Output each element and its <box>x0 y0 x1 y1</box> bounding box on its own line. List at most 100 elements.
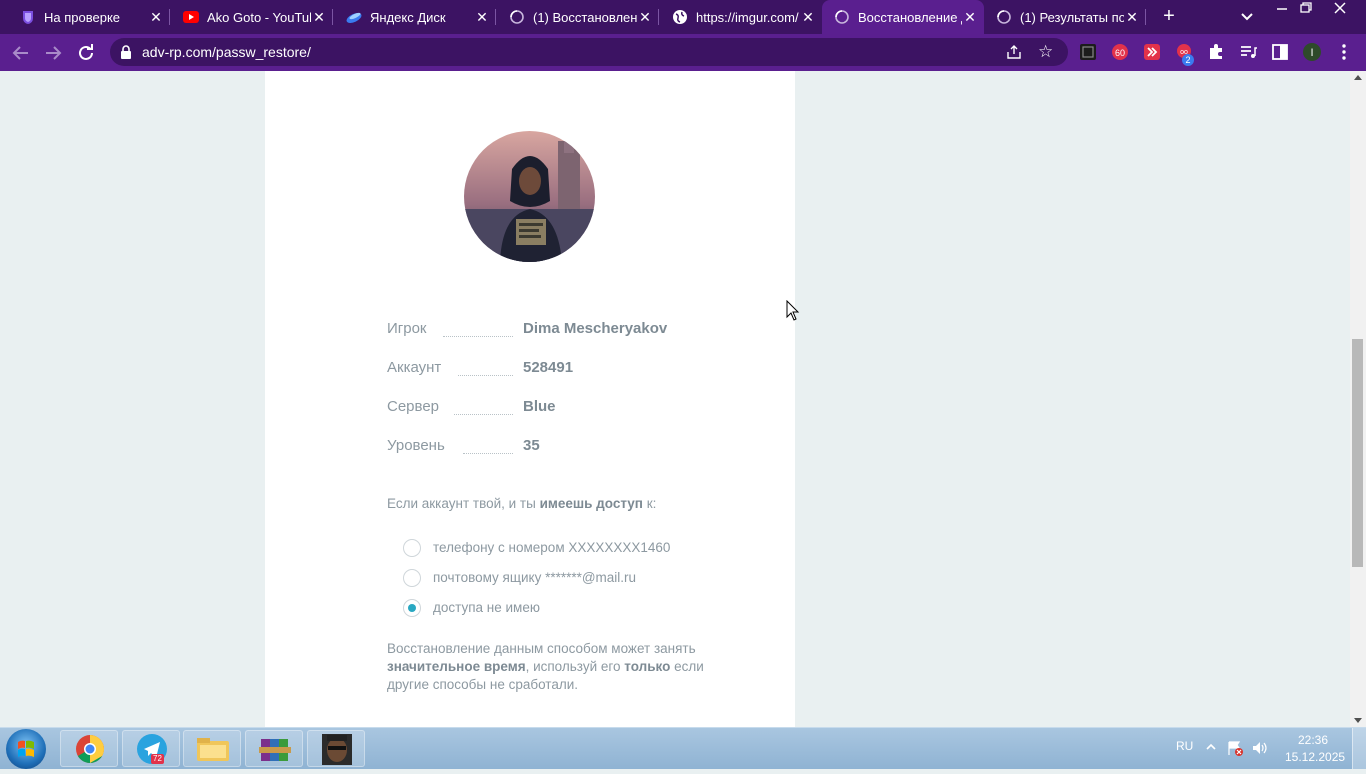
info-row-level: Уровень 35 <box>387 437 687 457</box>
tab-youtube[interactable]: Ako Goto - YouTube ✕ <box>163 0 333 34</box>
tab-close-icon[interactable]: ✕ <box>148 9 164 26</box>
tab-imgur[interactable]: https://imgur.com/ ✕ <box>652 0 822 34</box>
info-value-account: 528491 <box>523 359 574 376</box>
language-indicator[interactable]: RU <box>1176 739 1193 753</box>
forward-arrow-icon[interactable] <box>42 42 64 64</box>
tab-close-icon[interactable]: ✕ <box>637 9 653 26</box>
chrome-icon <box>76 735 104 763</box>
media-queue-icon[interactable] <box>1238 42 1258 62</box>
profile-avatar-icon[interactable]: I <box>1302 42 1322 62</box>
reload-icon[interactable] <box>75 42 97 64</box>
folder-icon <box>197 738 229 761</box>
taskbar-telegram[interactable]: 72 <box>122 730 180 767</box>
address-bar[interactable]: adv-rp.com/passw_restore/ ☆ <box>110 38 1068 66</box>
scroll-down-arrow-icon[interactable] <box>1354 718 1362 723</box>
tab-rezultaty[interactable]: (1) Результаты по ✕ <box>976 0 1146 34</box>
taskbar-chrome[interactable] <box>60 730 118 767</box>
tray-expand-icon[interactable] <box>1205 741 1217 756</box>
info-label: Аккаунт <box>387 359 442 376</box>
share-icon[interactable] <box>1006 44 1022 60</box>
radio-label[interactable]: телефону с номером XXXXXXXX1460 <box>433 540 670 555</box>
close-window-icon[interactable] <box>1328 0 1352 16</box>
action-center-flag-icon[interactable] <box>1227 740 1243 759</box>
note-text: Восстановление данным способом может зан… <box>387 641 696 656</box>
question-text: Если аккаунт твой, и ты <box>387 496 540 511</box>
player-avatar <box>464 131 595 262</box>
globe-spinner-icon <box>996 9 1012 25</box>
restore-icon[interactable] <box>1294 0 1318 16</box>
clock-date[interactable]: 15.12.2025 <box>1285 750 1345 764</box>
tab-na-proverke[interactable]: На проверке ✕ <box>0 0 170 34</box>
extension-red-play-icon[interactable] <box>1142 42 1162 62</box>
mouse-cursor-icon <box>786 299 800 327</box>
show-desktop-button[interactable] <box>1352 728 1366 769</box>
svg-text:I: I <box>1310 47 1313 59</box>
tab-title: (1) Восстановление <box>533 9 637 25</box>
note-bold-only: только <box>624 659 671 674</box>
tab-title: Ako Goto - YouTube <box>207 9 311 25</box>
warning-note: Восстановление данным способом может зан… <box>387 640 707 694</box>
taskbar-explorer[interactable] <box>183 730 241 767</box>
tab-search-chevron-icon[interactable] <box>1238 7 1256 25</box>
extension-red-circle-icon[interactable]: 60 <box>1110 42 1130 62</box>
side-panel-icon[interactable] <box>1270 42 1290 62</box>
tab-title: На проверке <box>44 9 121 25</box>
tab-yandex-disk[interactable]: Яндекс Диск ✕ <box>326 0 496 34</box>
telegram-badge: 72 <box>151 754 164 764</box>
info-row-player: Игрок Dima Mescheryakov <box>387 320 687 340</box>
tab-title: (1) Результаты по <box>1020 9 1124 25</box>
tab-close-icon[interactable]: ✕ <box>1124 9 1140 26</box>
tab-vosstanovlenie-active[interactable]: Восстановление д ✕ <box>822 0 984 34</box>
dotted-leader <box>454 414 513 415</box>
tab-close-icon[interactable]: ✕ <box>311 9 327 26</box>
info-label: Сервер <box>387 398 440 415</box>
info-value-server: Blue <box>523 398 556 415</box>
page-scrollbar[interactable] <box>1350 71 1366 727</box>
back-arrow-icon[interactable] <box>10 42 32 64</box>
bookmark-star-icon[interactable]: ☆ <box>1038 43 1056 61</box>
radio-label[interactable]: почтовому ящику *******@mail.ru <box>433 570 636 585</box>
info-row-account: Аккаунт 528491 <box>387 359 687 379</box>
taskbar-winrar[interactable] <box>245 730 303 767</box>
youtube-icon <box>183 9 199 25</box>
info-row-server: Сервер Blue <box>387 398 687 418</box>
dotted-leader <box>463 453 513 454</box>
scroll-up-arrow-icon[interactable] <box>1354 75 1362 80</box>
access-question: Если аккаунт твой, и ты имеешь доступ к: <box>387 496 656 511</box>
url-text[interactable]: adv-rp.com/passw_restore/ <box>142 44 311 60</box>
question-suffix: к: <box>642 496 657 511</box>
extension-dark-square-icon[interactable] <box>1078 42 1098 62</box>
tab-close-icon[interactable]: ✕ <box>800 9 816 26</box>
minimize-icon[interactable] <box>1270 0 1294 16</box>
radio-circle-selected[interactable] <box>403 599 421 617</box>
note-bold-time: значительное время <box>387 659 526 674</box>
tab-title: Яндекс Диск <box>370 9 446 25</box>
radio-label[interactable]: доступа не имею <box>433 600 540 615</box>
dotted-leader <box>443 336 513 337</box>
kebab-menu-icon[interactable] <box>1334 42 1354 62</box>
extension-badge-icon[interactable]: oo 2 <box>1174 42 1194 66</box>
windows-start-button[interactable] <box>6 729 46 769</box>
globe-spinner-icon <box>834 9 850 25</box>
clock-time[interactable]: 22:36 <box>1298 733 1328 747</box>
question-bold-text: имеешь доступ <box>539 496 643 511</box>
radio-circle[interactable] <box>403 539 421 557</box>
info-value-player: Dima Mescheryakov <box>523 320 668 337</box>
globe-icon <box>672 9 688 25</box>
svg-text:60: 60 <box>1115 48 1125 58</box>
restore-card: Игрок Dima Mescheryakov Аккаунт 528491 С… <box>265 71 795 727</box>
new-tab-plus-icon[interactable]: + <box>1158 5 1180 27</box>
tab-title: https://imgur.com/ <box>696 9 799 25</box>
extensions-puzzle-icon[interactable] <box>1206 42 1226 62</box>
tab-close-icon[interactable]: ✕ <box>474 9 490 26</box>
tab-vosstanovlenie-1[interactable]: (1) Восстановление ✕ <box>489 0 659 34</box>
taskbar-gta-sa[interactable] <box>307 730 365 767</box>
info-label: Игрок <box>387 320 427 337</box>
lock-icon[interactable] <box>118 44 134 60</box>
scrollbar-thumb[interactable] <box>1352 339 1363 567</box>
volume-icon[interactable] <box>1251 740 1269 759</box>
windows-taskbar: 72 RU 22:36 15.12.2025 <box>0 727 1366 769</box>
radio-circle[interactable] <box>403 569 421 587</box>
info-label: Уровень <box>387 437 445 454</box>
browser-tab-strip: На проверке ✕ Ako Goto - YouTube ✕ Яндек… <box>0 0 1366 34</box>
